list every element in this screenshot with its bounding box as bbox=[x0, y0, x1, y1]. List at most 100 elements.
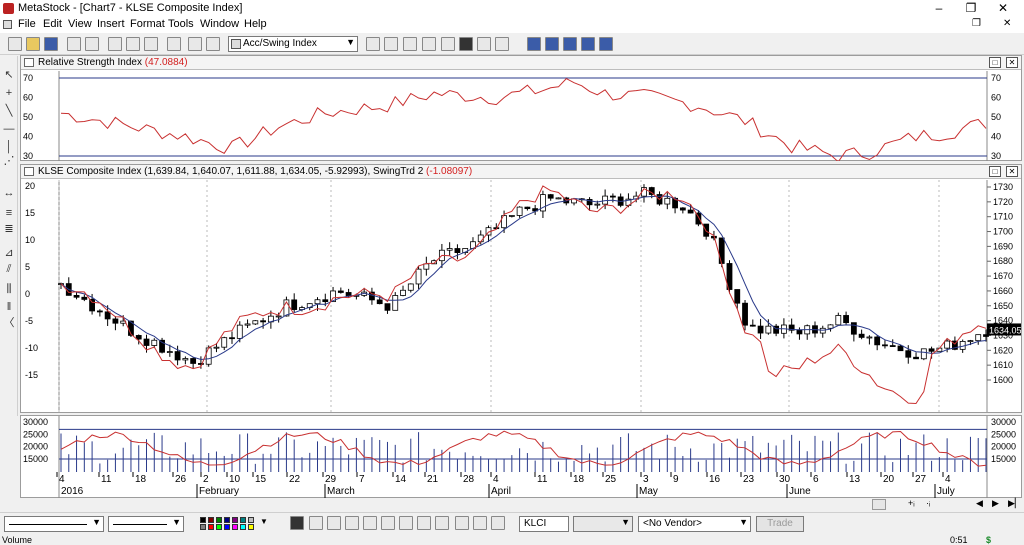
date-day-label: 15 bbox=[255, 474, 267, 485]
menu-format[interactable]: Format bbox=[130, 18, 165, 30]
formula-icon[interactable] bbox=[403, 37, 417, 51]
menu-file[interactable]: File bbox=[18, 18, 36, 30]
new-icon[interactable] bbox=[8, 37, 22, 51]
pane-maximize-button[interactable]: □ bbox=[989, 57, 1001, 68]
zoom-out-icon[interactable]: ·ᵢ bbox=[926, 498, 930, 508]
chevron-down-icon: ▼ bbox=[92, 517, 101, 527]
time-zones-icon[interactable]: ‖ bbox=[2, 300, 16, 314]
menu-insert[interactable]: Insert bbox=[97, 18, 125, 30]
chart-tool-11-icon[interactable] bbox=[491, 516, 505, 530]
save-icon[interactable] bbox=[44, 37, 58, 51]
candle-body bbox=[384, 303, 391, 311]
chart-tool-6-icon[interactable] bbox=[399, 516, 413, 530]
security-select[interactable]: ▼ bbox=[573, 516, 633, 532]
crosshair-icon[interactable] bbox=[188, 37, 202, 51]
binoculars-icon[interactable] bbox=[459, 37, 473, 51]
menu-help[interactable]: Help bbox=[244, 18, 267, 30]
copy-icon[interactable] bbox=[126, 37, 140, 51]
chart-tool-10-icon[interactable] bbox=[473, 516, 487, 530]
candle-body bbox=[135, 335, 142, 340]
crosshair-tool-icon[interactable]: + bbox=[2, 86, 16, 100]
child-restore-button[interactable]: ❐ bbox=[972, 18, 981, 29]
chart-tool-9-icon[interactable] bbox=[455, 516, 469, 530]
fibonacci-icon[interactable]: ≣ bbox=[2, 222, 16, 236]
document-icon[interactable] bbox=[3, 20, 12, 29]
gann-icon[interactable]: ⊿ bbox=[2, 246, 16, 260]
menu-tools[interactable]: Tools bbox=[168, 18, 194, 30]
pointer-icon[interactable]: ↖ bbox=[2, 68, 16, 82]
line-style-select[interactable]: ▼ bbox=[4, 516, 104, 532]
menu-window[interactable]: Window bbox=[200, 18, 239, 30]
explorer-icon[interactable] bbox=[384, 37, 398, 51]
date-month-label: June bbox=[789, 486, 811, 497]
chart-tool-3-icon[interactable] bbox=[345, 516, 359, 530]
symbol-field[interactable]: KLCI bbox=[519, 516, 569, 532]
split-icon[interactable]: ↔ bbox=[2, 186, 16, 200]
horizontal-line-icon[interactable]: — bbox=[2, 122, 16, 136]
chart-tool-2-icon[interactable] bbox=[327, 516, 341, 530]
scroll-thumb[interactable] bbox=[872, 499, 886, 510]
vertical-line-icon[interactable]: │ bbox=[2, 140, 16, 154]
restore-button[interactable]: ❐ bbox=[956, 0, 986, 17]
bulls-bears-icon[interactable] bbox=[290, 516, 304, 530]
tile-vertical-icon[interactable] bbox=[581, 37, 595, 51]
rsi-chart: 70 70 60 60 50 50 40 40 30 30 bbox=[23, 71, 1001, 161]
close-button[interactable]: ✕ bbox=[988, 0, 1018, 17]
date-year-label: 2016 bbox=[61, 486, 84, 497]
arrange-icon[interactable] bbox=[599, 37, 613, 51]
speed-lines-icon[interactable]: ⫽ bbox=[2, 262, 16, 276]
volume-pane[interactable]: 30000 30000 25000 25000 20000 20000 15000 15000 bbox=[20, 415, 1022, 473]
arc-icon[interactable]: 〈 bbox=[2, 316, 16, 330]
paste-icon[interactable] bbox=[144, 37, 158, 51]
candle-body bbox=[742, 302, 748, 326]
rsi-tick-left: 30 bbox=[23, 151, 33, 161]
system-tester-icon[interactable] bbox=[422, 37, 436, 51]
scroll-end-icon[interactable]: ▶▏ bbox=[1008, 498, 1022, 509]
print-icon[interactable] bbox=[67, 37, 81, 51]
cycle-lines-icon[interactable]: ⫼ bbox=[2, 282, 16, 296]
cascade-icon[interactable] bbox=[545, 37, 559, 51]
menu-edit[interactable]: Edit bbox=[43, 18, 62, 30]
tile-horizontal-icon[interactable] bbox=[563, 37, 577, 51]
cut-icon[interactable] bbox=[108, 37, 122, 51]
zoom-icon[interactable] bbox=[206, 37, 220, 51]
main-toolbar: Acc/Swing Index ▼ bbox=[0, 34, 1024, 55]
scroll-right-icon[interactable]: ▶ bbox=[992, 498, 999, 509]
candle-body bbox=[757, 325, 764, 334]
chart-tool-1-icon[interactable] bbox=[309, 516, 323, 530]
menu-view[interactable]: View bbox=[68, 18, 92, 30]
chart-tool-8-icon[interactable] bbox=[435, 516, 449, 530]
print-preview-icon[interactable] bbox=[85, 37, 99, 51]
help-pointer-icon[interactable] bbox=[495, 37, 509, 51]
chart-tool-5-icon[interactable] bbox=[381, 516, 395, 530]
indicator-select[interactable]: Acc/Swing Index ▼ bbox=[228, 36, 358, 52]
pane-close-button[interactable]: ✕ bbox=[1006, 166, 1018, 177]
scroll-left-icon[interactable]: ◀ bbox=[976, 498, 983, 509]
zoom-in-icon[interactable]: +ᵢ bbox=[908, 498, 915, 508]
volume-tick-left: 30000 bbox=[23, 417, 48, 427]
price-pane[interactable]: KLSE Composite Index (1,639.84, 1,640.07… bbox=[20, 164, 1022, 413]
open-folder-icon[interactable] bbox=[26, 37, 40, 51]
pane-close-button[interactable]: ✕ bbox=[1006, 57, 1018, 68]
expert-advisor-icon[interactable] bbox=[366, 37, 380, 51]
vendor-select[interactable]: <No Vendor> ▼ bbox=[638, 516, 751, 532]
chart-options-icon[interactable] bbox=[477, 37, 491, 51]
chart-tool-4-icon[interactable] bbox=[363, 516, 377, 530]
child-close-button[interactable]: ✕ bbox=[1003, 18, 1011, 29]
minimize-button[interactable]: – bbox=[924, 0, 954, 17]
chart-tool-7-icon[interactable] bbox=[417, 516, 431, 530]
tile-icon[interactable] bbox=[527, 37, 541, 51]
rsi-pane[interactable]: Relative Strength Index (47.0884) □ ✕ 70… bbox=[20, 55, 1022, 161]
pane-icon bbox=[24, 58, 34, 67]
date-day-label: 4 bbox=[493, 474, 499, 485]
forecast-icon[interactable] bbox=[441, 37, 455, 51]
text-tool-icon[interactable]: ⋰ bbox=[2, 154, 16, 168]
undo-icon[interactable] bbox=[167, 37, 181, 51]
color-palette[interactable]: ▼ bbox=[198, 516, 270, 532]
channel-icon[interactable]: ≡ bbox=[2, 206, 16, 220]
line-weight-select[interactable]: ▼ bbox=[108, 516, 184, 532]
trade-button[interactable]: Trade bbox=[756, 516, 804, 532]
pane-maximize-button[interactable]: □ bbox=[989, 166, 1001, 177]
price-tick-left: 20 bbox=[25, 181, 35, 191]
trendline-icon[interactable]: ╲ bbox=[2, 104, 16, 118]
